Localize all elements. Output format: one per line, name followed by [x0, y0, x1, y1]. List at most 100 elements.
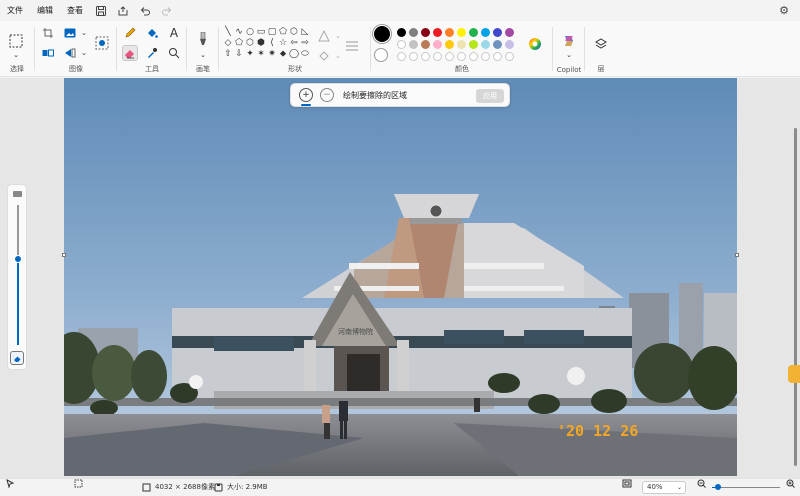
erase-hint-text: 绘制要擦除的区域 [343, 91, 407, 100]
shape-option[interactable]: ⟨ [267, 38, 277, 49]
tools-group: A 工具 [118, 21, 186, 77]
add-area-indicator [301, 104, 311, 106]
rotate-chevron-icon[interactable]: ⌄ [76, 45, 92, 61]
file-size: 大小: 2.9MB [227, 483, 268, 491]
shape-option[interactable]: ⇩ [234, 49, 244, 60]
layers-icon[interactable] [593, 36, 609, 52]
canvas-size-icon [142, 483, 151, 492]
shape-option[interactable]: ✶ [256, 49, 266, 60]
resize-handle-left[interactable] [62, 253, 66, 257]
resize-icon[interactable] [40, 45, 56, 61]
shape-option[interactable]: ⬠ [234, 38, 244, 49]
shape-option[interactable]: ╲ [223, 27, 233, 38]
add-area-icon[interactable]: + [299, 88, 313, 102]
generative-erase-bar: + − 绘制要擦除的区域 应用 [290, 83, 510, 107]
shape-option[interactable]: ☆ [278, 38, 288, 49]
selection-label: 选择 [10, 65, 24, 73]
file-size-icon [214, 483, 223, 492]
file-size-display: 大小: 2.9MB [214, 479, 268, 496]
line-width-icon[interactable] [344, 38, 360, 54]
redo-icon[interactable] [156, 0, 178, 21]
settings-icon[interactable]: ⚙ [774, 0, 794, 21]
shape-option[interactable]: ◺ [300, 27, 310, 38]
brush-size-icon [13, 191, 22, 197]
shape-option[interactable]: ⬡ [245, 38, 255, 49]
canvas-size-display: 4032 × 2688像素 [142, 479, 215, 496]
shape-option[interactable]: ⇦ [289, 38, 299, 49]
image-options-chevron-icon[interactable]: ⌄ [76, 25, 92, 41]
shape-option[interactable]: ✦ [245, 49, 255, 60]
zoom-slider-thumb[interactable] [715, 484, 721, 490]
vertical-scrollbar[interactable] [794, 128, 797, 466]
side-panel-toggle[interactable] [788, 365, 800, 383]
shape-option[interactable]: ∿ [234, 27, 244, 38]
layers-label: 层 [597, 65, 605, 73]
tools-label: 工具 [145, 65, 159, 73]
canvas-dimensions: 4032 × 2688像素 [155, 483, 215, 491]
shapes-grid: ╲ ∿ ○ ▭ ▢ ⬠ ⬡ ◺ ◇ ⬠ ⬡ ⬢ ⟨ ☆ ⇦ ⇨ ⇧ ⇩ ✦ ✶ ✷ ⬥ ◯ ⬭ [223, 27, 309, 60]
museum-sign: 河南博物院 [338, 327, 373, 336]
shape-option[interactable]: ▭ [256, 27, 266, 38]
layers-group: 层 [586, 21, 616, 77]
magnifier-icon[interactable] [166, 45, 182, 61]
text-tool-icon[interactable]: A [166, 25, 182, 41]
copilot-chevron-icon[interactable]: ⌄ [561, 47, 577, 63]
ribbon: ⌄ 选择 ⌄ ⌄ 图像 A 工具 ⌄ 画笔 形状 ╲ ∿ ○ ▭ ▢ ⬠ ⬡ ◺… [0, 21, 800, 77]
selection-group: ⌄ 选择 [0, 21, 34, 77]
status-bar: 4032 × 2688像素 大小: 2.9MB 40% ⌄ [0, 478, 800, 496]
zoom-select[interactable]: 40% ⌄ [642, 481, 686, 494]
zoom-slider[interactable] [712, 484, 780, 490]
selection-size-icon [74, 479, 83, 488]
brushes-label: 画笔 [196, 65, 210, 73]
color-picker-icon[interactable] [144, 45, 160, 61]
fill-icon[interactable] [144, 25, 160, 41]
zoom-out-icon[interactable] [697, 479, 706, 488]
fit-to-window-icon[interactable] [622, 479, 632, 488]
copilot-group: ⌄ Copilot [554, 21, 584, 77]
eraser-icon[interactable] [122, 45, 138, 61]
colors-label: 颜色 [455, 65, 469, 73]
select-dropdown-icon[interactable]: ⌄ [8, 47, 24, 63]
shape-option[interactable]: ▢ [267, 27, 277, 38]
shape-option[interactable]: ◇ [223, 38, 233, 49]
canvas-workspace: 河南博物院 '20 12 26 + − 绘制要擦除的区域 应用 [0, 78, 800, 478]
share-icon[interactable] [112, 0, 134, 21]
brushes-group: ⌄ 画笔 [188, 21, 218, 77]
shape-option[interactable]: ⬥ [278, 49, 288, 60]
brush-size-panel [7, 184, 27, 370]
crop-icon[interactable] [40, 25, 56, 41]
image-group: ⌄ ⌄ 图像 [36, 21, 116, 77]
shape-option[interactable]: ◯ [289, 49, 299, 60]
colors-group: 颜色 [372, 21, 552, 77]
zoom-in-icon[interactable] [786, 479, 795, 488]
save-icon[interactable] [90, 0, 112, 21]
pointer-icon [6, 479, 15, 488]
shape-option[interactable]: ✷ [267, 49, 277, 60]
shape-option[interactable]: ⬢ [256, 38, 266, 49]
shape-option[interactable]: ⇨ [300, 38, 310, 49]
shape-option[interactable]: ⬠ [278, 27, 288, 38]
menu-bar: 文件 编辑 查看 ⚙ [0, 0, 800, 21]
undo-icon[interactable] [134, 0, 156, 21]
resize-handle-right[interactable] [735, 253, 739, 257]
zoom-value: 40% [647, 483, 663, 491]
shapes-label: 形状 [288, 65, 302, 73]
menu-edit[interactable]: 编辑 [30, 0, 60, 21]
brush-size-slider[interactable] [14, 255, 22, 263]
pencil-icon[interactable] [122, 25, 138, 41]
brush-chevron-icon[interactable]: ⌄ [195, 47, 211, 63]
copilot-label: Copilot [556, 66, 582, 74]
remove-area-icon[interactable]: − [320, 88, 334, 102]
shape-option[interactable]: ⬭ [300, 49, 310, 60]
date-stamp: '20 12 26 [557, 422, 638, 440]
apply-button[interactable]: 应用 [476, 89, 504, 103]
canvas-photo[interactable]: 河南博物院 '20 12 26 [64, 78, 737, 476]
shape-option[interactable]: ○ [245, 27, 255, 38]
background-removal-icon[interactable] [94, 35, 110, 51]
menu-view[interactable]: 查看 [60, 0, 90, 21]
shape-option[interactable]: ⬡ [289, 27, 299, 38]
menu-file[interactable]: 文件 [0, 0, 30, 21]
brush-icon[interactable] [195, 31, 211, 47]
eraser-mode-icon[interactable] [10, 351, 24, 365]
shape-option[interactable]: ⇧ [223, 49, 233, 60]
